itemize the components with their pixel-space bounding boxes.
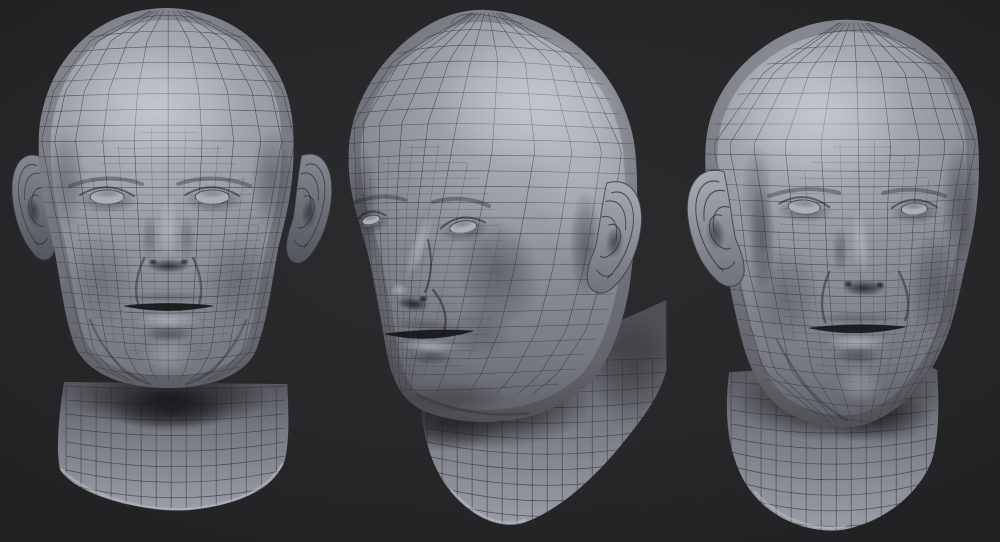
neck xyxy=(58,368,288,513)
head-view-three-quarter-left xyxy=(333,0,666,542)
head-view-front xyxy=(0,0,333,542)
head-view-three-quarter-right xyxy=(667,0,1000,542)
head-surface xyxy=(698,20,984,428)
head-surface xyxy=(30,8,305,392)
head-render xyxy=(0,0,333,542)
head-surface xyxy=(346,10,641,422)
head-render xyxy=(667,0,1000,542)
head-render xyxy=(333,0,666,542)
render-viewport xyxy=(0,0,1000,542)
